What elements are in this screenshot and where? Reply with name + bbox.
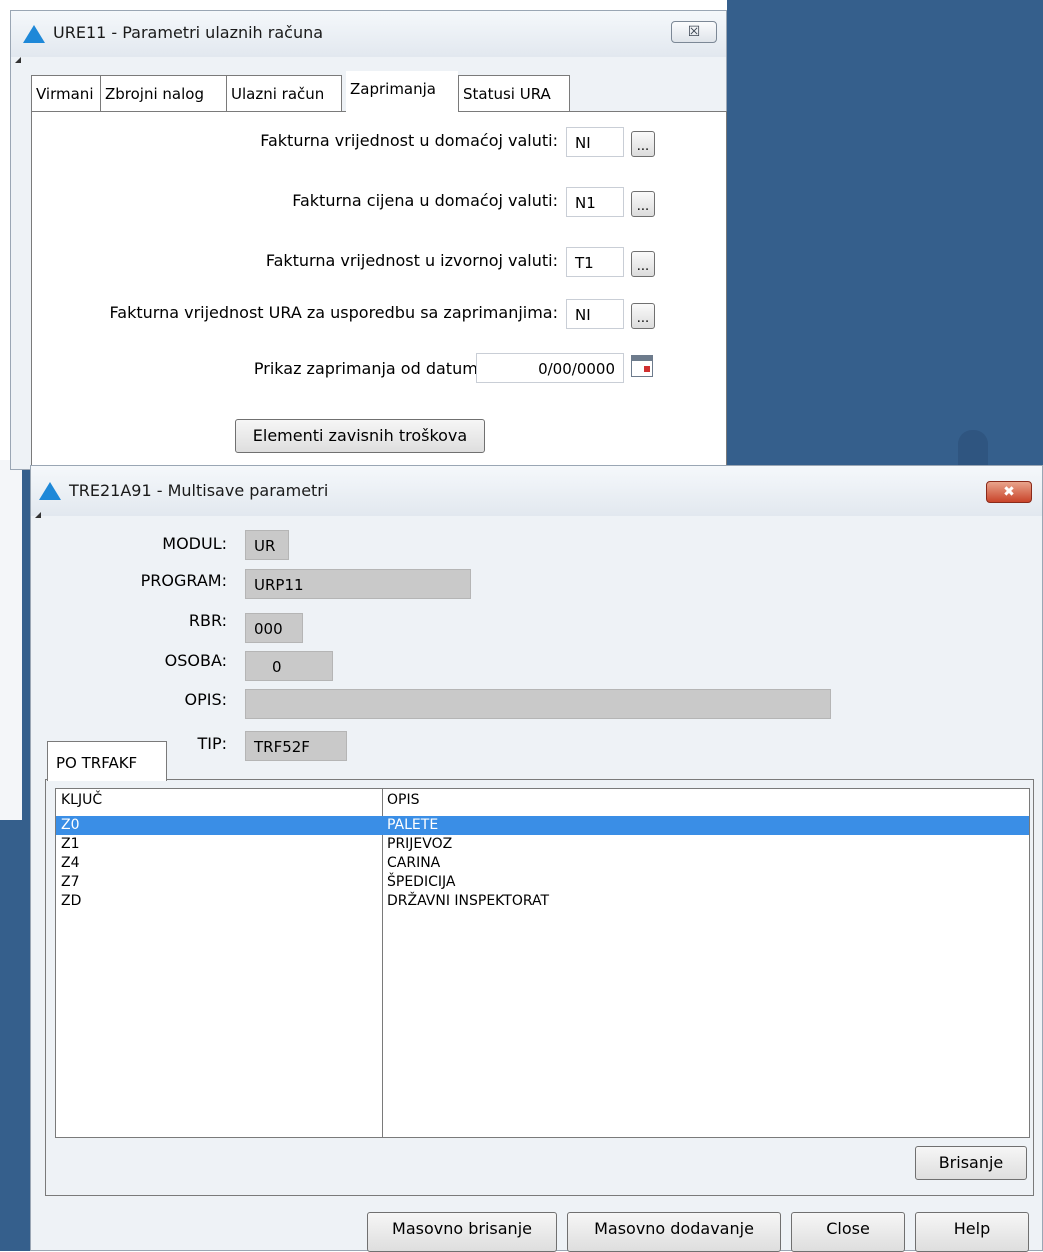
grid-header: KLJUČ OPIS xyxy=(56,789,1029,811)
app-triangle-icon xyxy=(23,25,45,43)
program-field: URP11 xyxy=(245,569,471,599)
cell-opis: ŠPEDICIJA xyxy=(387,874,456,890)
fakt-vrijednost-izvorna-field[interactable]: T1 xyxy=(566,247,624,277)
lookup-button[interactable]: ... xyxy=(631,251,655,277)
window-ure11-title: URE11 - Parametri ulaznih računa xyxy=(53,23,324,42)
tab-virmani[interactable]: Virmani xyxy=(31,75,100,111)
rbr-field: 000 xyxy=(245,613,303,643)
label-prikaz-od-datuma: Prikaz zaprimanja od datuma: xyxy=(253,359,493,378)
fakt-vrijednost-domaca-field[interactable]: NI xyxy=(566,127,624,157)
cell-kljuc: Z7 xyxy=(61,874,80,890)
osoba-field: 0 xyxy=(245,651,333,681)
label-tip: TIP: xyxy=(197,734,227,753)
lookup-button[interactable]: ... xyxy=(631,303,655,329)
cell-opis: PALETE xyxy=(387,817,439,833)
label-fakt-vrijednost-izvorna: Fakturna vrijednost u izvornoj valuti: xyxy=(265,251,558,270)
cell-kljuc: Z4 xyxy=(61,855,80,871)
window-tre21a91-titlebar[interactable]: TRE21A91 - Multisave parametri ✖ xyxy=(31,466,1042,516)
label-program: PROGRAM: xyxy=(140,571,227,590)
label-rbr: RBR: xyxy=(188,611,227,630)
background-window-edge xyxy=(0,460,22,820)
window-tre21a91: TRE21A91 - Multisave parametri ✖ MODUL: … xyxy=(30,465,1043,1252)
fakt-cijena-domaca-field[interactable]: N1 xyxy=(566,187,624,217)
close-button[interactable]: ✖ xyxy=(986,481,1032,503)
label-opis: OPIS: xyxy=(184,690,227,709)
table-row[interactable]: ZD DRŽAVNI INSPEKTORAT xyxy=(56,892,1029,911)
opis-field xyxy=(245,689,831,719)
window-tre21a91-title: TRE21A91 - Multisave parametri xyxy=(69,481,329,500)
cell-kljuc: ZD xyxy=(61,893,82,909)
data-grid[interactable]: KLJUČ OPIS Z0 PALETE Z1 PRIJEVOZ Z4 CARI… xyxy=(55,788,1030,1138)
masovno-brisanje-button[interactable]: Masovno brisanje xyxy=(367,1212,557,1252)
resize-grip-icon xyxy=(35,512,41,518)
tab-zbrojni-nalog[interactable]: Zbrojni nalog xyxy=(100,75,226,111)
calendar-icon[interactable] xyxy=(631,355,653,377)
elementi-zavisnih-troskova-button[interactable]: Elementi zavisnih troškova xyxy=(235,419,485,453)
tip-field: TRF52F xyxy=(245,731,347,761)
cell-opis: CARINA xyxy=(387,855,441,871)
lookup-button[interactable]: ... xyxy=(631,131,655,157)
window-ure11-titlebar[interactable]: URE11 - Parametri ulaznih računa ☒ xyxy=(11,11,726,57)
tab-ulazni-racun[interactable]: Ulazni račun xyxy=(226,75,342,111)
window-ure11: URE11 - Parametri ulaznih računa ☒ Virma… xyxy=(10,10,727,471)
tab-zaprimanja[interactable]: Zaprimanja xyxy=(346,71,458,112)
label-fakt-vrijednost-ura: Fakturna vrijednost URA za usporedbu sa … xyxy=(109,303,558,322)
cell-kljuc: Z1 xyxy=(61,836,80,852)
close-dialog-button[interactable]: Close xyxy=(791,1212,905,1252)
cell-kljuc: Z0 xyxy=(61,817,80,833)
label-fakt-cijena-domaca: Fakturna cijena u domaćoj valuti: xyxy=(292,191,558,210)
cell-opis: DRŽAVNI INSPEKTORAT xyxy=(387,893,550,909)
tab-statusi-ura[interactable]: Statusi URA xyxy=(458,75,570,111)
label-osoba: OSOBA: xyxy=(164,651,227,670)
brisanje-button[interactable]: Brisanje xyxy=(915,1146,1027,1180)
help-button[interactable]: Help xyxy=(915,1212,1029,1252)
app-triangle-icon xyxy=(39,482,61,500)
table-row[interactable]: Z7 ŠPEDICIJA xyxy=(56,873,1029,892)
table-row[interactable]: Z1 PRIJEVOZ xyxy=(56,835,1029,854)
cell-opis: PRIJEVOZ xyxy=(387,836,453,852)
table-row[interactable]: Z0 PALETE xyxy=(56,816,1029,835)
label-fakt-vrijednost-domaca: Fakturna vrijednost u domaćoj valuti: xyxy=(260,131,558,150)
lookup-button[interactable]: ... xyxy=(631,191,655,217)
fakt-vrijednost-ura-field[interactable]: NI xyxy=(566,299,624,329)
label-modul: MODUL: xyxy=(162,534,227,553)
masovno-dodavanje-button[interactable]: Masovno dodavanje xyxy=(567,1212,781,1252)
column-header-opis[interactable]: OPIS xyxy=(387,792,419,808)
zaprimanja-panel xyxy=(31,111,727,471)
table-row[interactable]: Z4 CARINA xyxy=(56,854,1029,873)
modul-field: UR xyxy=(245,530,289,560)
close-button[interactable]: ☒ xyxy=(671,21,717,43)
tab-po-trfakf[interactable]: PO TRFAKF xyxy=(47,741,167,781)
resize-grip-icon xyxy=(15,57,21,63)
column-header-kljuc[interactable]: KLJUČ xyxy=(61,792,102,808)
prikaz-od-datuma-field[interactable]: 0/00/0000 xyxy=(476,353,624,383)
